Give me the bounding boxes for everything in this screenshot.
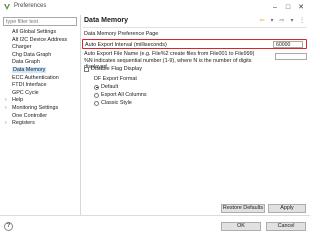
tree-item-ecc-authentication[interactable]: ECC Authentication <box>3 75 77 83</box>
tree-item-label: Data Memory <box>12 66 47 73</box>
pane-splitter[interactable] <box>80 15 81 215</box>
tree-item-alt-i2c-device-address[interactable]: Alt I2C Device Address <box>3 37 77 45</box>
tree-item-label: GPC Cycle <box>12 89 39 96</box>
app-logo-icon <box>4 4 10 10</box>
tree-item-label: One Controller <box>12 112 48 119</box>
restore-defaults-button[interactable]: Restore Defaults <box>221 204 265 213</box>
forward-arrow-icon[interactable]: ⇨ <box>278 16 286 24</box>
radio-classic-style[interactable]: Classic Style <box>94 100 132 106</box>
apply-button[interactable]: Apply <box>268 204 306 213</box>
chevron-right-icon[interactable]: › <box>5 105 7 113</box>
tree-item-data-memory[interactable]: Data Memory <box>3 66 77 75</box>
tree-item-label: Help <box>12 97 24 104</box>
tree-item-gpc-cycle[interactable]: GPC Cycle <box>3 90 77 98</box>
minimize-button[interactable]: – <box>270 2 280 12</box>
tree-item-label: Chg Data Graph <box>12 51 52 58</box>
tree-item-registers[interactable]: › Registers <box>3 120 77 128</box>
tree-item-chg-data-graph[interactable]: Chg Data Graph <box>3 52 77 60</box>
footer-divider <box>0 215 310 216</box>
disable-flag-display-checkbox[interactable]: Disable Flag Display <box>84 66 142 72</box>
preference-tree: All Global Settings Alt I2C Device Addre… <box>3 29 77 128</box>
tree-item-label: Registers <box>12 120 35 127</box>
dropdown-arrow-icon[interactable]: ▾ <box>288 16 296 24</box>
tree-item-label: Monitoring Settings <box>12 104 59 111</box>
tree-item-data-graph[interactable]: Data Graph <box>3 59 77 67</box>
tree-item-monitoring-settings[interactable]: › Monitoring Settings <box>3 105 77 113</box>
auto-export-interval-row: Auto Export Interval (milliseconds) <box>82 39 307 49</box>
tree-item-charger[interactable]: Charger <box>3 44 77 52</box>
title-bar: Preferences – □ ✕ <box>0 0 310 14</box>
tree-item-label: Charger <box>12 44 32 51</box>
tree-item-label: ECC Authentication <box>12 74 59 81</box>
maximize-button[interactable]: □ <box>283 2 293 12</box>
chevron-right-icon[interactable]: › <box>5 120 7 128</box>
header-divider <box>83 27 307 28</box>
radio-icon[interactable] <box>94 100 99 106</box>
tree-item-label: FTDI Interface <box>12 82 47 89</box>
tree-item-label: All Global Settings <box>12 29 57 35</box>
page-description: Data Memory Preference Page <box>84 31 159 37</box>
auto-export-interval-input[interactable] <box>273 41 303 48</box>
auto-export-filename-label-line1: Auto Export File Name (e.g. File%2 creat… <box>84 51 255 57</box>
checkbox-icon[interactable] <box>84 66 89 72</box>
tree-item-all-global-settings[interactable]: All Global Settings <box>3 29 77 37</box>
page-nav-toolbar: ⇦ ▾ ⇨ ▾ ⋮ <box>258 16 306 24</box>
disable-flag-display-label: Disable Flag Display <box>91 66 142 72</box>
tree-item-ftdi-interface[interactable]: FTDI Interface <box>3 82 77 90</box>
back-arrow-icon[interactable]: ⇦ <box>258 16 266 24</box>
cancel-button[interactable]: Cancel <box>266 222 306 231</box>
auto-export-interval-label: Auto Export Interval (milliseconds) <box>85 41 167 48</box>
chevron-right-icon[interactable]: › <box>5 97 7 105</box>
filter-input[interactable] <box>3 17 77 26</box>
radio-default[interactable]: Default <box>94 84 118 90</box>
page-title: Data Memory <box>84 17 128 24</box>
tree-item-label: Alt I2C Device Address <box>12 36 68 43</box>
close-button[interactable]: ✕ <box>296 2 306 12</box>
window-title: Preferences <box>14 3 47 9</box>
tree-item-help[interactable]: › Help <box>3 97 77 105</box>
tree-item-one-controller[interactable]: One Controller <box>3 113 77 121</box>
auto-export-filename-input[interactable] <box>275 53 307 60</box>
help-button[interactable]: ? <box>4 222 13 231</box>
radio-label: Default <box>101 84 119 90</box>
menu-icon[interactable]: ⋮ <box>298 16 306 24</box>
radio-label: Export All Columns <box>101 92 147 98</box>
radio-selected-icon[interactable] <box>94 84 99 90</box>
radio-icon[interactable] <box>94 92 99 98</box>
radio-export-all-columns[interactable]: Export All Columns <box>94 92 147 98</box>
ok-button[interactable]: OK <box>221 222 261 231</box>
df-export-format-title: DF Export Format <box>94 76 137 82</box>
tree-item-label: Data Graph <box>12 59 40 66</box>
dropdown-arrow-icon[interactable]: ▾ <box>268 16 276 24</box>
radio-label: Classic Style <box>101 100 132 106</box>
